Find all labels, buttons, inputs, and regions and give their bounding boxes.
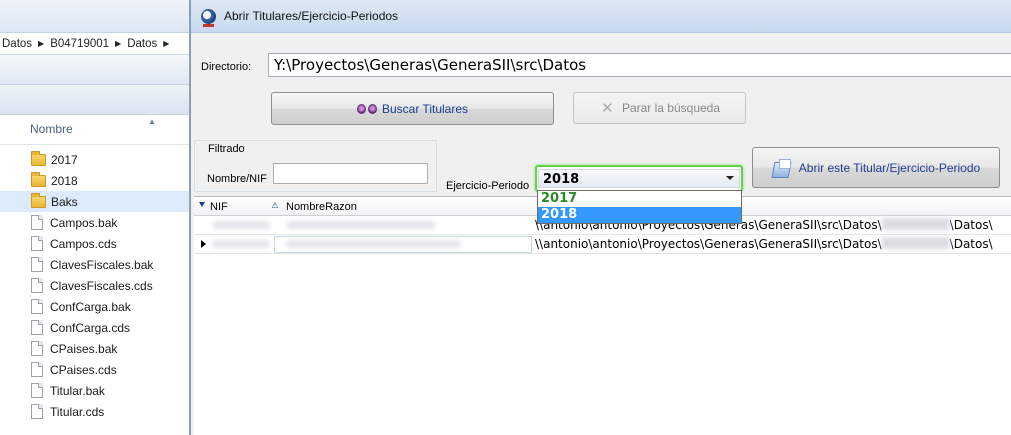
list-item-label: ConfCarga.bak bbox=[50, 299, 131, 314]
list-item-folder[interactable]: Baks bbox=[0, 191, 189, 212]
file-icon bbox=[31, 341, 43, 356]
path-prefix: \\antonio\antonio\Proyectos\Generas\Gene… bbox=[535, 237, 882, 251]
filtrado-title: Filtrado bbox=[207, 143, 246, 155]
explorer-toolbar-secondary bbox=[0, 85, 189, 115]
column-header-label: Nombre bbox=[30, 122, 73, 136]
stop-icon bbox=[599, 99, 617, 117]
redacted-nombrerazon-cell bbox=[286, 221, 436, 229]
path-suffix: \Datos\ bbox=[949, 218, 993, 232]
file-icon bbox=[31, 383, 43, 398]
info-icon: ⚠ bbox=[271, 201, 279, 210]
list-item-label: Campos.cds bbox=[50, 236, 117, 251]
buscar-titulares-label: Buscar Titulares bbox=[381, 101, 469, 116]
redacted-nombrerazon-cell bbox=[286, 240, 461, 248]
list-item-label: CPaises.bak bbox=[50, 341, 118, 356]
sort-descending-icon[interactable] bbox=[199, 202, 205, 207]
directorio-field[interactable]: Y:\Proyectos\Generas\GeneraSII\src\Datos bbox=[268, 53, 1011, 77]
list-item-label: ClavesFiscales.cds bbox=[50, 278, 153, 293]
explorer-top-strip bbox=[0, 0, 189, 33]
ejercicio-periodo-select[interactable]: 2018 bbox=[535, 165, 743, 192]
parar-busqueda-label: Parar la búsqueda bbox=[621, 101, 721, 115]
window-title: Abrir Titulares/Ejercicio-Periodos bbox=[224, 9, 399, 23]
table-row-current[interactable]: \\antonio\antonio\Proyectos\Generas\Gene… bbox=[194, 235, 1011, 254]
list-item-folder[interactable]: 2018 bbox=[0, 170, 189, 191]
sort-ascending-icon: ▲ bbox=[148, 117, 156, 126]
list-item-label: 2018 bbox=[51, 173, 78, 188]
open-folder-icon bbox=[772, 158, 792, 177]
column-header-nombre[interactable]: Nombre ▲ bbox=[0, 115, 189, 145]
list-item-label: Titular.bak bbox=[50, 383, 105, 398]
path-cell: \\antonio\antonio\Proyectos\Generas\Gene… bbox=[535, 237, 993, 251]
combo-body[interactable]: 2018 bbox=[538, 169, 740, 188]
list-item-file[interactable]: Campos.bak bbox=[0, 212, 189, 233]
file-icon bbox=[31, 320, 43, 335]
file-list: 2017 2018 Baks Campos.bak Campos.cds Cla… bbox=[0, 145, 189, 422]
ejercicio-periodo-label: Ejercicio-Periodo bbox=[446, 180, 530, 192]
app-logo-icon bbox=[201, 8, 216, 27]
chevron-right-icon[interactable]: ▶ bbox=[163, 39, 169, 48]
list-item-label: 2017 bbox=[51, 152, 78, 167]
folder-icon bbox=[31, 192, 46, 208]
file-icon bbox=[31, 215, 43, 230]
chevron-down-icon[interactable] bbox=[726, 176, 734, 180]
breadcrumb-item[interactable]: B04719001 bbox=[50, 38, 109, 50]
file-icon bbox=[31, 404, 43, 419]
nombre-nif-input[interactable] bbox=[273, 163, 428, 184]
list-item-label: ConfCarga.cds bbox=[50, 320, 131, 335]
chevron-right-icon[interactable]: ▶ bbox=[38, 39, 44, 48]
file-icon bbox=[31, 236, 43, 251]
column-header-nif[interactable]: NIF bbox=[210, 201, 228, 213]
list-item-label: Titular.cds bbox=[50, 404, 105, 419]
file-icon bbox=[31, 278, 43, 293]
redacted-nif-cell bbox=[212, 240, 270, 248]
file-icon bbox=[31, 257, 43, 272]
abrir-titular-button[interactable]: Abrir este Titular/Ejercicio-Periodo bbox=[752, 147, 1000, 188]
parar-busqueda-button[interactable]: Parar la búsqueda bbox=[573, 92, 746, 124]
dropdown-option-2017[interactable]: 2017 bbox=[538, 191, 741, 207]
abrir-titulares-dialog: Abrir Titulares/Ejercicio-Periodos Direc… bbox=[190, 0, 1011, 435]
folder-icon bbox=[31, 150, 46, 166]
directorio-label: Directorio: bbox=[201, 61, 252, 73]
nombre-nif-label: Nombre/NIF bbox=[207, 173, 267, 185]
list-item-file[interactable]: ClavesFiscales.bak bbox=[0, 254, 189, 275]
path-suffix: \Datos\ bbox=[949, 237, 993, 251]
folder-icon bbox=[31, 171, 46, 187]
list-item-file[interactable]: Titular.cds bbox=[0, 401, 189, 422]
breadcrumb[interactable]: Datos ▶ B04719001 ▶ Datos ▶ bbox=[0, 33, 189, 55]
list-item-file[interactable]: Titular.bak bbox=[0, 380, 189, 401]
list-item-label: Campos.bak bbox=[50, 215, 118, 230]
list-item-file[interactable]: ClavesFiscales.cds bbox=[0, 275, 189, 296]
list-item-file[interactable]: ConfCarga.bak bbox=[0, 296, 189, 317]
file-icon bbox=[31, 299, 43, 314]
redacted-nif-cell bbox=[212, 221, 270, 229]
titulares-grid: NIF ⚠ NombreRazon \\antonio\antonio\Proy… bbox=[194, 196, 1011, 435]
list-item-file[interactable]: CPaises.cds bbox=[0, 359, 189, 380]
list-item-file[interactable]: CPaises.bak bbox=[0, 338, 189, 359]
ejercicio-periodo-value: 2018 bbox=[543, 172, 580, 187]
redacted-path-segment bbox=[881, 218, 950, 230]
list-item-file[interactable]: Campos.cds bbox=[0, 233, 189, 254]
title-bar[interactable]: Abrir Titulares/Ejercicio-Periodos bbox=[191, 0, 1011, 33]
list-item-folder[interactable]: 2017 bbox=[0, 149, 189, 170]
ejercicio-periodo-dropdown: 2017 2018 bbox=[537, 190, 742, 224]
list-item-label: ClavesFiscales.bak bbox=[50, 257, 154, 272]
list-item-label: CPaises.cds bbox=[50, 362, 117, 377]
column-header-nombrerazon[interactable]: NombreRazon bbox=[286, 201, 357, 213]
breadcrumb-item[interactable]: Datos bbox=[127, 38, 157, 50]
redacted-path-segment bbox=[881, 237, 950, 249]
explorer-pane: Datos ▶ B04719001 ▶ Datos ▶ Nombre ▲ 201… bbox=[0, 0, 190, 435]
dropdown-option-2018[interactable]: 2018 bbox=[538, 207, 741, 223]
breadcrumb-item[interactable]: Datos bbox=[2, 38, 32, 50]
explorer-toolbar bbox=[0, 55, 189, 85]
current-row-indicator-icon bbox=[201, 240, 206, 248]
binoculars-icon bbox=[356, 102, 377, 115]
list-item-label: Baks bbox=[51, 194, 78, 209]
abrir-titular-label: Abrir este Titular/Ejercicio-Periodo bbox=[798, 160, 981, 175]
buscar-titulares-button[interactable]: Buscar Titulares bbox=[271, 92, 554, 125]
chevron-right-icon[interactable]: ▶ bbox=[115, 39, 121, 48]
list-item-file[interactable]: ConfCarga.cds bbox=[0, 317, 189, 338]
file-icon bbox=[31, 362, 43, 377]
